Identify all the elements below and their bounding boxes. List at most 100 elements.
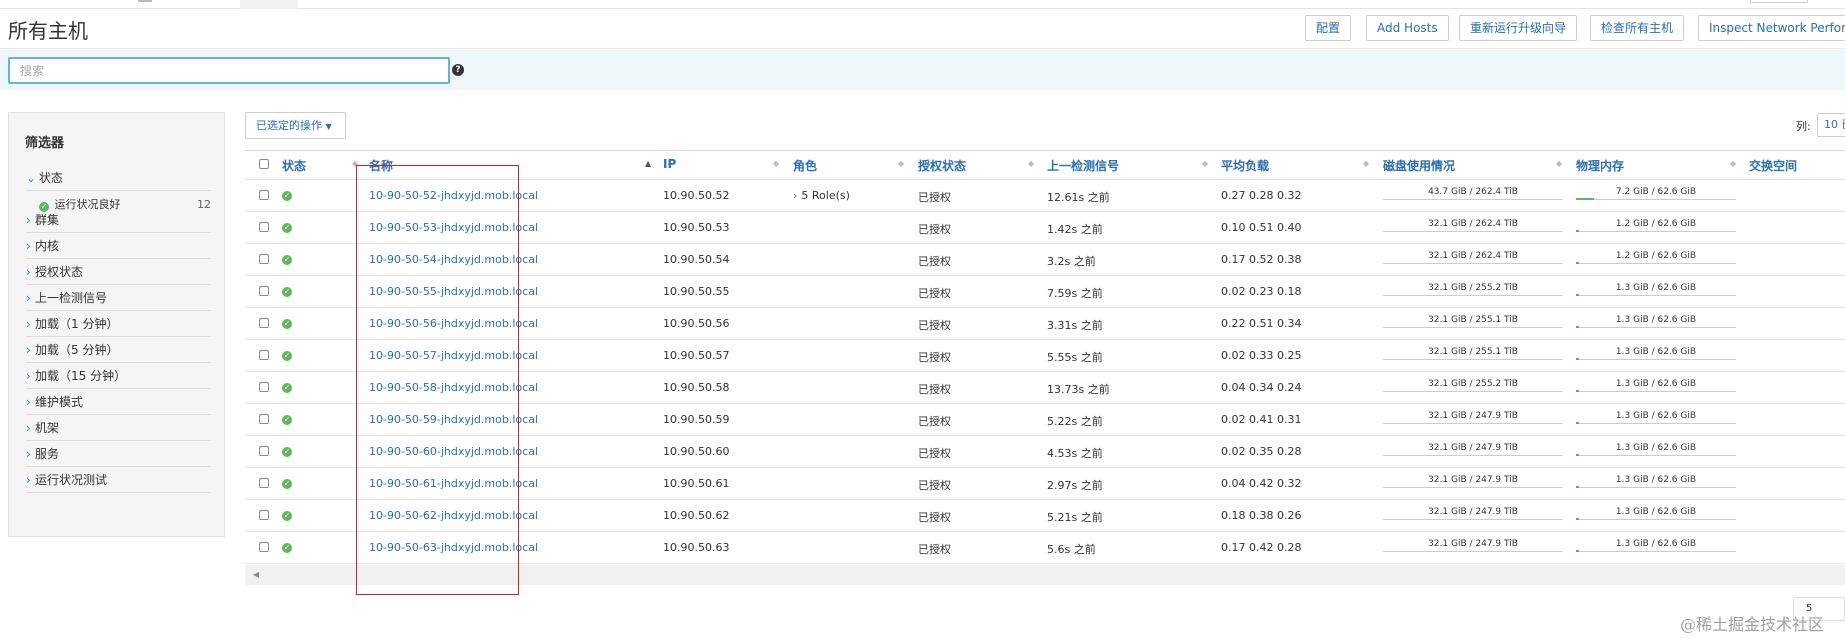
memory-usage-label: 1.3 GiB / 62.6 GiB [1615, 539, 1697, 549]
chevron-right-icon: › [26, 213, 31, 227]
sort-icon[interactable]: ◆ [1202, 159, 1208, 168]
chevron-right-icon: › [26, 473, 31, 487]
filter-group[interactable]: › 维护模式 [26, 391, 211, 415]
memory-usage-fill [1576, 198, 1595, 200]
column-header-physical-memory[interactable]: 物理内存 [1576, 157, 1624, 174]
sort-icon[interactable]: ◆ [1730, 159, 1736, 168]
filter-group[interactable]: › 加载（15 分钟） [26, 365, 211, 389]
authorization-status: 已授权 [918, 543, 951, 556]
filter-group-label: 运行状况测试 [35, 473, 108, 487]
memory-usage-fill [1576, 262, 1580, 264]
row-checkbox[interactable] [259, 446, 269, 456]
filter-group[interactable]: › 加载（1 分钟） [26, 313, 211, 337]
column-header-authorization[interactable]: 授权状态 [918, 157, 966, 174]
authorization-status: 已授权 [918, 223, 951, 236]
column-header-load-average[interactable]: 平均负载 [1221, 157, 1269, 174]
memory-usage-bar: 7.2 GiB / 62.6 GiB [1576, 186, 1736, 200]
column-header-last-heartbeat[interactable]: 上一检测信号 [1047, 157, 1119, 174]
chevron-right-icon: › [26, 447, 31, 461]
host-ip: 10.90.50.62 [663, 509, 730, 522]
sort-icon[interactable]: ◆ [1363, 159, 1369, 168]
roles-label: 5 Role(s) [801, 189, 850, 202]
column-header-ip[interactable]: IP [663, 157, 676, 171]
page-header: 所有主机 配置 Add Hosts 重新运行升级向导 检查所有主机 Inspec… [0, 9, 1845, 49]
host-ip: 10.90.50.54 [663, 253, 730, 266]
disk-usage-label: 43.7 GiB / 262.4 TiB [1428, 187, 1518, 197]
filter-group[interactable]: › 内核 [26, 235, 211, 259]
row-checkbox[interactable] [259, 542, 269, 552]
row-checkbox[interactable] [259, 478, 269, 488]
inspect-network-performance-button[interactable]: Inspect Network Performance [1698, 15, 1845, 41]
add-hosts-button[interactable]: Add Hosts [1366, 15, 1449, 41]
check-circle-icon: ✓ [282, 447, 292, 457]
sort-icon[interactable]: ◆ [898, 159, 904, 168]
disk-usage-label: 32.1 GiB / 262.4 TiB [1428, 251, 1518, 261]
authorization-status: 已授权 [918, 415, 951, 428]
row-checkbox[interactable] [259, 382, 269, 392]
memory-usage-label: 1.3 GiB / 62.6 GiB [1615, 507, 1697, 517]
row-checkbox[interactable] [259, 350, 269, 360]
authorization-status: 已授权 [918, 383, 951, 396]
filter-group-label: 维护模式 [35, 395, 84, 409]
filter-group[interactable]: › 授权状态 [26, 261, 211, 285]
filter-group[interactable]: › 加载（5 分钟） [26, 339, 211, 363]
host-ip: 10.90.50.58 [663, 381, 730, 394]
row-checkbox[interactable] [259, 414, 269, 424]
filter-group-status[interactable]: ⌄ 状态 [26, 167, 211, 191]
filter-group[interactable]: › 服务 [26, 443, 211, 467]
disk-usage-bar: 32.1 GiB / 247.9 TiB [1383, 410, 1563, 424]
memory-usage-fill [1576, 518, 1580, 520]
memory-usage-bar: 1.3 GiB / 62.6 GiB [1576, 378, 1736, 392]
select-all-checkbox[interactable] [259, 159, 269, 169]
memory-usage-label: 1.3 GiB / 62.6 GiB [1615, 379, 1697, 389]
memory-usage-fill [1576, 390, 1580, 392]
last-heartbeat: 12.61s 之前 [1047, 191, 1110, 204]
column-header-role[interactable]: 角色 [793, 157, 817, 174]
load-average: 0.02 0.23 0.18 [1221, 285, 1302, 298]
chevron-right-icon: › [26, 343, 31, 357]
row-checkbox[interactable] [259, 510, 269, 520]
check-circle-icon: ✓ [282, 383, 292, 393]
filter-group[interactable]: › 群集 [26, 209, 211, 233]
sort-ascending-icon[interactable]: ▲ [645, 159, 651, 168]
memory-usage-label: 1.2 GiB / 62.6 GiB [1615, 251, 1697, 261]
row-checkbox[interactable] [259, 222, 269, 232]
memory-usage-bar: 1.3 GiB / 62.6 GiB [1576, 282, 1736, 296]
disk-usage-label: 32.1 GiB / 255.2 TiB [1428, 283, 1518, 293]
watermark: @稀土掘金技术社区 [1680, 615, 1825, 634]
configure-button[interactable]: 配置 [1305, 15, 1352, 41]
selected-actions-dropdown[interactable]: 已选定的操作 ▼ [245, 112, 346, 139]
search-input[interactable] [8, 57, 450, 84]
row-checkbox[interactable] [259, 190, 269, 200]
filter-group[interactable]: › 上一检测信号 [26, 287, 211, 311]
memory-usage-bar: 1.3 GiB / 62.6 GiB [1576, 506, 1736, 520]
columns-select[interactable]: 10 已 [1817, 113, 1845, 137]
filter-group[interactable]: › 机架 [26, 417, 211, 441]
check-circle-icon: ✓ [282, 255, 292, 265]
memory-usage-label: 1.3 GiB / 62.6 GiB [1615, 315, 1697, 325]
row-checkbox[interactable] [259, 286, 269, 296]
rerun-upgrade-wizard-button[interactable]: 重新运行升级向导 [1459, 15, 1578, 41]
load-average: 0.04 0.42 0.32 [1221, 477, 1302, 490]
scroll-left-icon[interactable]: ◂ [253, 567, 259, 581]
question-circle-icon[interactable]: ? [452, 64, 464, 76]
disk-usage-label: 32.1 GiB / 255.1 TiB [1428, 315, 1518, 325]
sort-icon[interactable]: ◆ [773, 159, 779, 168]
filter-group[interactable]: › 运行状况测试 [26, 469, 211, 493]
roles-toggle[interactable]: › 5 Role(s) [793, 189, 850, 202]
chevron-right-icon: › [26, 239, 31, 253]
memory-usage-bar: 1.3 GiB / 62.6 GiB [1576, 314, 1736, 328]
column-header-disk-usage[interactable]: 磁盘使用情况 [1383, 157, 1455, 174]
host-ip: 10.90.50.60 [663, 445, 730, 458]
row-checkbox[interactable] [259, 254, 269, 264]
column-header-swap[interactable]: 交换空间 [1749, 157, 1797, 174]
top-tab[interactable] [240, 0, 298, 9]
sort-icon[interactable]: ◆ [1556, 159, 1562, 168]
column-header-status[interactable]: 状态 [282, 157, 306, 174]
chevron-right-icon: › [26, 395, 31, 409]
memory-usage-bar: 1.3 GiB / 62.6 GiB [1576, 410, 1736, 424]
row-checkbox[interactable] [259, 318, 269, 328]
sort-icon[interactable]: ◆ [1028, 159, 1034, 168]
inspect-all-hosts-button[interactable]: 检查所有主机 [1590, 15, 1685, 41]
authorization-status: 已授权 [918, 479, 951, 492]
